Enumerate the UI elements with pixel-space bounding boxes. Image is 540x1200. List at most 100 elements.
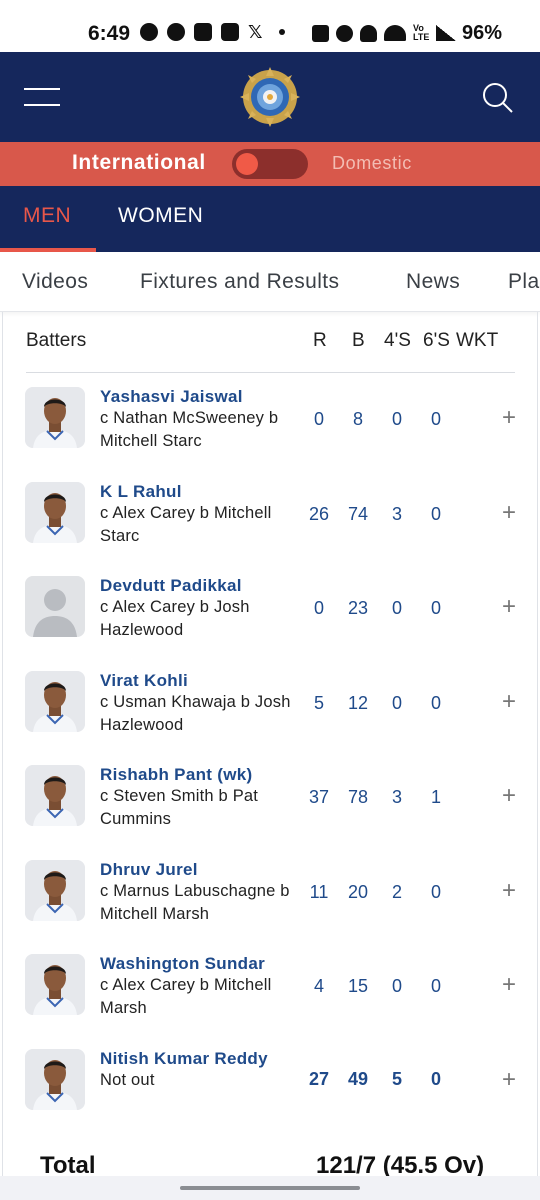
batter-photo: [25, 482, 85, 543]
batter-photo: [25, 954, 85, 1015]
header-sixes: 6'S: [423, 330, 450, 351]
batter-row[interactable]: Dhruv Jurel c Marnus Labuschagne b Mitche…: [0, 856, 540, 950]
batter-photo: [25, 671, 85, 732]
nav-videos[interactable]: Videos: [22, 270, 88, 294]
batter-row[interactable]: K L Rahul c Alex Carey b Mitchell Starc 26…: [0, 478, 540, 572]
batter-sixes: 0: [430, 409, 441, 429]
header-divider: [26, 372, 515, 373]
calendar-app-icon: [221, 23, 239, 41]
batter-fours: 3: [391, 504, 402, 524]
dismissal-text: c Alex Carey b Mitchell Marsh: [100, 976, 272, 1017]
batter-balls: 12: [347, 693, 369, 713]
expand-row-icon[interactable]: +: [498, 595, 520, 619]
batter-sixes: 0: [430, 598, 441, 618]
expand-row-icon[interactable]: +: [498, 1068, 520, 1092]
batter-sixes: 0: [430, 976, 441, 996]
batter-runs: 37: [308, 787, 330, 807]
batter-fours: 2: [391, 882, 402, 902]
batter-name[interactable]: Devdutt Padikkal: [100, 576, 242, 596]
instagram-icon: [194, 23, 212, 41]
dismissal-text: c Usman Khawaja b Josh Hazlewood: [100, 693, 291, 734]
nfc-icon: [312, 24, 329, 42]
expand-row-icon[interactable]: +: [498, 973, 520, 997]
dismissal-text: c Steven Smith b Pat Cummins: [100, 787, 259, 828]
batter-sixes: 0: [430, 693, 441, 713]
wifi-icon: [384, 25, 406, 41]
batter-balls: 78: [347, 787, 369, 807]
batter-name[interactable]: Washington Sundar: [100, 954, 265, 974]
switch-knob: [236, 153, 258, 175]
batter-runs: 5: [313, 693, 324, 713]
batter-photo: [25, 860, 85, 921]
batter-name[interactable]: Nitish Kumar Reddy: [100, 1049, 268, 1069]
dismissal-text: c Alex Carey b Mitchell Starc: [100, 504, 272, 545]
batter-name[interactable]: Virat Kohli: [100, 671, 188, 691]
expand-row-icon[interactable]: +: [498, 501, 520, 525]
batter-balls: 49: [347, 1069, 369, 1089]
expand-row-icon[interactable]: +: [498, 406, 520, 430]
expand-row-icon[interactable]: +: [498, 879, 520, 903]
batter-sixes: 0: [430, 882, 441, 902]
nav-players[interactable]: Pla: [508, 270, 540, 294]
status-bar: 6:49 𝕏 Vo LTE 96%: [0, 0, 540, 52]
batter-sixes: 0: [430, 504, 441, 524]
app-header: [0, 52, 540, 142]
nav-fixtures-and-results[interactable]: Fixtures and Results: [140, 270, 339, 294]
batter-row[interactable]: Yashasvi Jaiswal c Nathan McSweeney b Mit…: [0, 383, 540, 477]
bcci-crest-logo[interactable]: [239, 66, 301, 128]
placeholder-avatar-icon: [25, 576, 85, 637]
international-domestic-toggle-bar: International Domestic: [0, 142, 540, 186]
system-icons: Vo LTE: [312, 23, 457, 42]
batter-balls: 23: [347, 598, 369, 618]
batter-row[interactable]: Rishabh Pant (wk) c Steven Smith b Pat Cu…: [0, 761, 540, 855]
batter-photo: [25, 765, 85, 826]
volte-icon: Vo LTE: [413, 23, 430, 42]
header-batters: Batters: [26, 330, 87, 351]
batter-name[interactable]: Yashasvi Jaiswal: [100, 387, 243, 407]
alarm-icon: [336, 24, 353, 42]
batter-runs: 11: [309, 882, 329, 902]
mute-icon: [360, 24, 377, 42]
batter-runs: 0: [313, 409, 324, 429]
nav-news[interactable]: News: [406, 270, 460, 294]
gender-tabs: MEN WOMEN: [0, 186, 540, 252]
tab-men[interactable]: MEN: [23, 204, 71, 228]
gesture-handle[interactable]: [180, 1186, 360, 1190]
dismissal-text: c Nathan McSweeney b Mitchell Starc: [100, 409, 279, 450]
batter-fours: 0: [391, 693, 402, 713]
header-runs: R: [313, 330, 327, 351]
expand-row-icon[interactable]: +: [498, 690, 520, 714]
batter-sixes: 0: [430, 1069, 441, 1089]
search-icon[interactable]: [482, 82, 514, 114]
tab-women[interactable]: WOMEN: [118, 204, 203, 228]
batter-name[interactable]: Dhruv Jurel: [100, 860, 198, 880]
header-balls: B: [352, 330, 365, 351]
batter-fours: 0: [391, 976, 402, 996]
batter-runs: 0: [313, 598, 324, 618]
batter-balls: 20: [347, 882, 369, 902]
batter-row[interactable]: Virat Kohli c Usman Khawaja b Josh Hazlew…: [0, 667, 540, 761]
batter-name[interactable]: K L Rahul: [100, 482, 182, 502]
battery-level: 96%: [462, 22, 503, 44]
x-icon: 𝕏: [248, 22, 263, 42]
batter-photo: [25, 387, 85, 448]
header-fours: 4'S: [384, 330, 411, 351]
domestic-label[interactable]: Domestic: [332, 153, 412, 174]
batter-runs: 27: [308, 1069, 330, 1089]
hamburger-menu-icon[interactable]: [24, 86, 60, 108]
dismissal-text: Not out: [100, 1071, 155, 1089]
batter-fours: 5: [391, 1069, 402, 1089]
batter-balls: 74: [347, 504, 369, 524]
app-notification-icon: [140, 23, 158, 41]
batter-row[interactable]: Nitish Kumar Reddy Not out 27 49 5 0 +: [0, 1045, 540, 1139]
international-domestic-switch[interactable]: [232, 149, 308, 179]
more-notifications-dot: [279, 29, 285, 35]
batter-row[interactable]: Washington Sundar c Alex Carey b Mitchell…: [0, 950, 540, 1044]
batter-photo: [25, 1049, 85, 1110]
facebook-icon: [167, 23, 185, 41]
batter-name[interactable]: Rishabh Pant (wk): [100, 765, 252, 785]
expand-row-icon[interactable]: +: [498, 784, 520, 808]
batter-fours: 0: [391, 409, 402, 429]
international-label[interactable]: International: [72, 151, 206, 175]
batter-row[interactable]: Devdutt Padikkal c Alex Carey b Josh Hazl…: [0, 572, 540, 666]
